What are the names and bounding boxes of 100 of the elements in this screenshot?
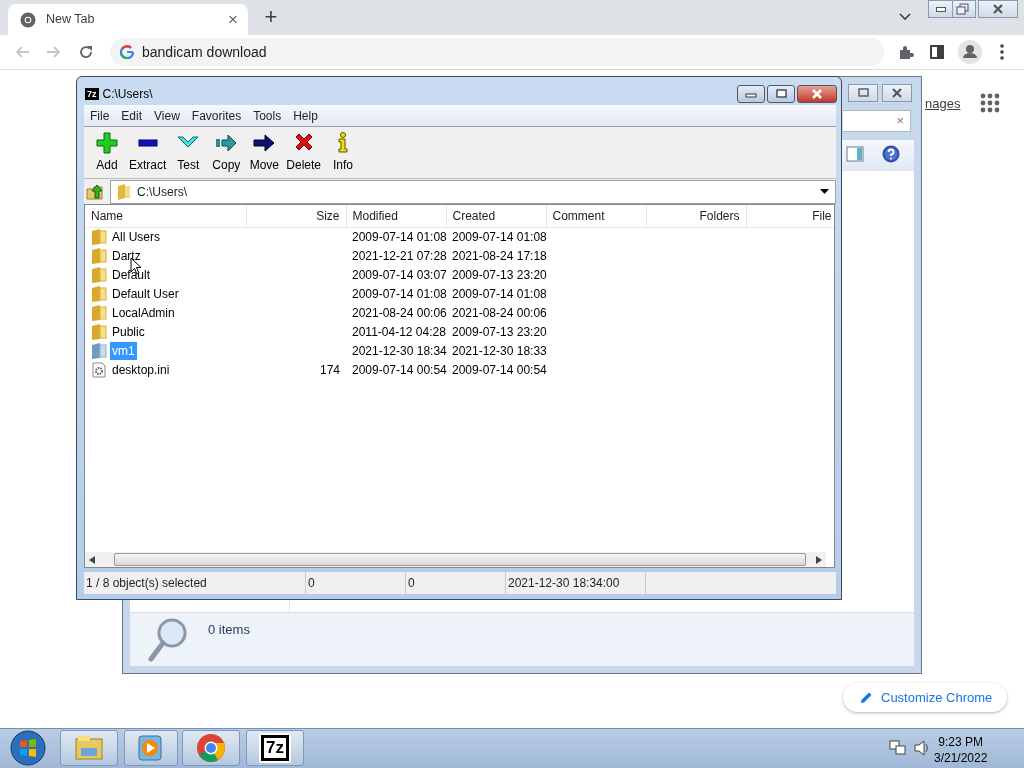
created-date: 2009-07-14 01:08 (452, 286, 547, 301)
file-name[interactable]: LocalAdmin (110, 303, 177, 322)
file-name[interactable]: Dartz (110, 246, 143, 265)
profile-icon[interactable] (958, 40, 982, 64)
created-date: 2009-07-13 23:20 (452, 324, 547, 339)
menu-item[interactable]: View (148, 106, 186, 125)
restore-button[interactable] (952, 0, 976, 18)
move-button[interactable]: Move (245, 127, 284, 178)
test-button[interactable]: Test (169, 127, 208, 178)
chevron-down-icon (899, 13, 911, 21)
add-button[interactable]: Add (88, 127, 126, 178)
created-date: 2021-08-24 00:06 (452, 305, 547, 320)
status-text: 0 (306, 572, 406, 594)
menu-item[interactable]: File (84, 106, 116, 125)
address-bar[interactable]: bandicam download (110, 38, 884, 66)
close-button[interactable] (797, 85, 837, 103)
chrome-icon (20, 11, 36, 28)
modified-date: 2021-12-21 07:28 (352, 248, 447, 263)
horizontal-scrollbar[interactable] (85, 552, 826, 567)
scroll-left-icon[interactable] (89, 555, 95, 564)
google-icon (120, 45, 134, 59)
arrow-right-icon (215, 132, 238, 154)
copy-button[interactable]: Copy (207, 127, 246, 178)
delete-button[interactable]: Delete (283, 127, 325, 178)
created-date: 2009-07-14 01:08 (452, 229, 547, 244)
modified-date: 2021-12-30 18:34 (352, 343, 447, 358)
taskbar-app-button[interactable]: 7z (246, 730, 304, 766)
images-link[interactable]: nages (925, 94, 961, 114)
app-logo: 7z (85, 88, 99, 100)
folder-icon (91, 323, 107, 340)
modified-date: 2009-07-14 03:07 (352, 267, 447, 282)
file-name[interactable]: Public (110, 322, 147, 341)
column-header[interactable]: File (746, 205, 834, 227)
folder-icon (91, 266, 107, 283)
minimize-button[interactable] (928, 0, 954, 18)
network-icon[interactable] (889, 740, 907, 756)
file-size: 174 (319, 362, 340, 377)
settings-file-icon (91, 361, 107, 378)
info-button[interactable]: Info (324, 127, 363, 178)
column-header[interactable]: Folders (646, 205, 746, 227)
taskbar-app-button[interactable] (124, 730, 178, 766)
close-button[interactable] (882, 84, 912, 102)
menu-item[interactable]: Edit (115, 106, 149, 125)
start-button[interactable] (8, 728, 48, 768)
modified-date: 2009-07-14 01:08 (352, 229, 447, 244)
file-name[interactable]: Default (110, 265, 153, 284)
folder-icon (91, 228, 107, 245)
menu-item[interactable]: Tools (247, 106, 288, 125)
more-menu-icon[interactable] (1000, 44, 1004, 60)
new-tab-button[interactable]: + (258, 4, 284, 30)
status-text: 2021-12-30 18:34:00 (506, 572, 646, 594)
menu-item[interactable]: Help (287, 106, 324, 125)
path-field[interactable]: C:\Users\ (110, 179, 836, 204)
column-header[interactable]: Created (446, 205, 546, 227)
minimize-button[interactable] (737, 85, 765, 103)
scroll-right-icon[interactable] (816, 555, 822, 564)
column-header[interactable]: Name (85, 205, 246, 227)
column-header[interactable]: Size (246, 205, 346, 227)
folder-icon (91, 247, 107, 264)
tab-close-button[interactable]: × (228, 11, 238, 28)
apps-grid-icon[interactable] (980, 93, 1000, 113)
created-date: 2021-08-24 17:18 (452, 248, 547, 263)
up-folder-button[interactable] (84, 182, 106, 201)
extract-button[interactable]: Extract (126, 127, 170, 178)
extensions-icon[interactable] (898, 44, 914, 60)
file-name[interactable]: All Users (110, 227, 162, 246)
status-text: 1 / 8 object(s) selected (84, 572, 306, 594)
modified-date: 2009-07-14 00:54 (352, 362, 447, 377)
folder-icon (91, 285, 107, 302)
column-header[interactable]: Comment (546, 205, 646, 227)
reload-icon[interactable] (78, 44, 94, 60)
modified-date: 2009-07-14 01:08 (352, 286, 447, 301)
file-name[interactable]: Default User (110, 284, 181, 303)
folder-up-icon (86, 182, 104, 201)
folder-icon (117, 183, 131, 200)
modified-date: 2021-08-24 00:06 (352, 305, 447, 320)
browser-tab[interactable]: New Tab × (8, 4, 248, 35)
dropdown-arrow-icon[interactable] (820, 189, 829, 194)
menu-item[interactable]: Favorites (185, 106, 248, 125)
item-count: 0 items (208, 621, 250, 639)
chrome-icon (195, 732, 227, 764)
maximize-button[interactable] (848, 84, 878, 102)
folder-icon (91, 342, 107, 359)
clock[interactable]: 9:23 PM 3/21/2022 (934, 734, 988, 766)
file-name[interactable]: desktop.ini (110, 360, 172, 379)
status-text: 0 (406, 572, 506, 594)
created-date: 2009-07-13 23:20 (452, 267, 547, 282)
help-icon[interactable] (882, 145, 900, 163)
search-field[interactable]: × (843, 110, 911, 132)
close-button[interactable] (978, 0, 1018, 18)
plus-icon (96, 132, 118, 154)
minimize-icon (936, 6, 946, 12)
maximize-button[interactable] (767, 85, 795, 103)
customize-chrome-button[interactable]: Customize Chrome (843, 683, 1007, 712)
created-date: 2021-12-30 18:33 (452, 343, 547, 358)
side-panel-icon[interactable] (929, 44, 945, 60)
arrow-right-icon (253, 132, 276, 154)
column-header[interactable]: Modified (346, 205, 446, 227)
modified-date: 2011-04-12 04:28 (352, 324, 446, 339)
taskbar-app-button[interactable] (182, 730, 240, 766)
